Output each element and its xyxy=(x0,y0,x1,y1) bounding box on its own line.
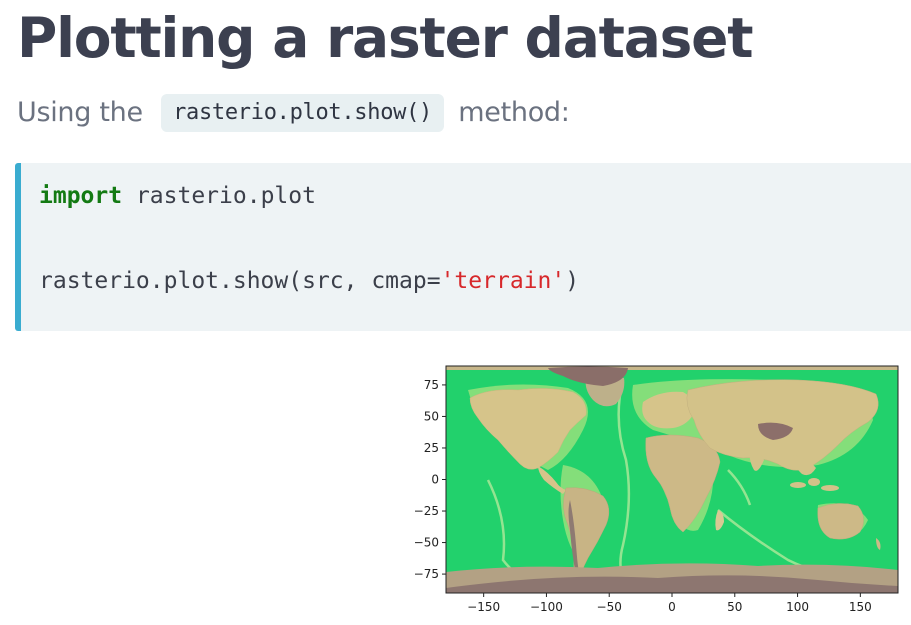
y-tick-label: 50 xyxy=(424,409,439,423)
y-tick-label: 75 xyxy=(424,378,439,392)
x-tick-label: −100 xyxy=(530,600,563,614)
intro-paragraph: Using the rasterio.plot.show() method: xyxy=(17,93,570,133)
y-tick-label: −50 xyxy=(414,536,439,550)
x-tick-label: 50 xyxy=(727,600,742,614)
x-axis: −150 −100 −50 0 50 100 150 xyxy=(467,593,872,614)
raster-plot-figure: −150 −100 −50 0 50 100 150 75 50 25 0 −25 −50 −75 xyxy=(398,360,911,621)
x-tick-label: 100 xyxy=(786,600,809,614)
code-call-prefix: rasterio.plot.show(src, cmap= xyxy=(39,268,441,294)
x-tick-label: −50 xyxy=(597,600,622,614)
x-tick-label: −150 xyxy=(467,600,500,614)
code-keyword-import: import xyxy=(39,183,123,209)
y-tick-label: −25 xyxy=(414,504,439,518)
intro-text-after: method: xyxy=(458,97,570,128)
inline-code-method: rasterio.plot.show() xyxy=(161,94,444,132)
page-title: Plotting a raster dataset xyxy=(17,6,754,70)
continent-australia xyxy=(817,503,864,540)
code-string-terrain: 'terrain' xyxy=(440,268,566,294)
code-line-show: rasterio.plot.show(src, cmap='terrain') xyxy=(39,268,579,294)
code-call-suffix: ) xyxy=(565,268,580,294)
x-tick-label: 0 xyxy=(668,600,676,614)
code-import-target: rasterio.plot xyxy=(122,183,316,209)
y-tick-label: −75 xyxy=(414,567,439,581)
intro-text-before: Using the xyxy=(17,97,143,128)
y-tick-label: 0 xyxy=(431,473,439,487)
y-tick-label: 25 xyxy=(424,441,439,455)
y-axis: 75 50 25 0 −25 −50 −75 xyxy=(414,378,446,581)
x-tick-label: 150 xyxy=(849,600,872,614)
code-line-import: import rasterio.plot xyxy=(39,183,316,209)
raster-plot-svg: −150 −100 −50 0 50 100 150 75 50 25 0 −25 −50 −75 xyxy=(414,365,899,614)
code-block: import rasterio.plot rasterio.plot.show(… xyxy=(15,163,911,331)
raster-image xyxy=(446,366,898,593)
